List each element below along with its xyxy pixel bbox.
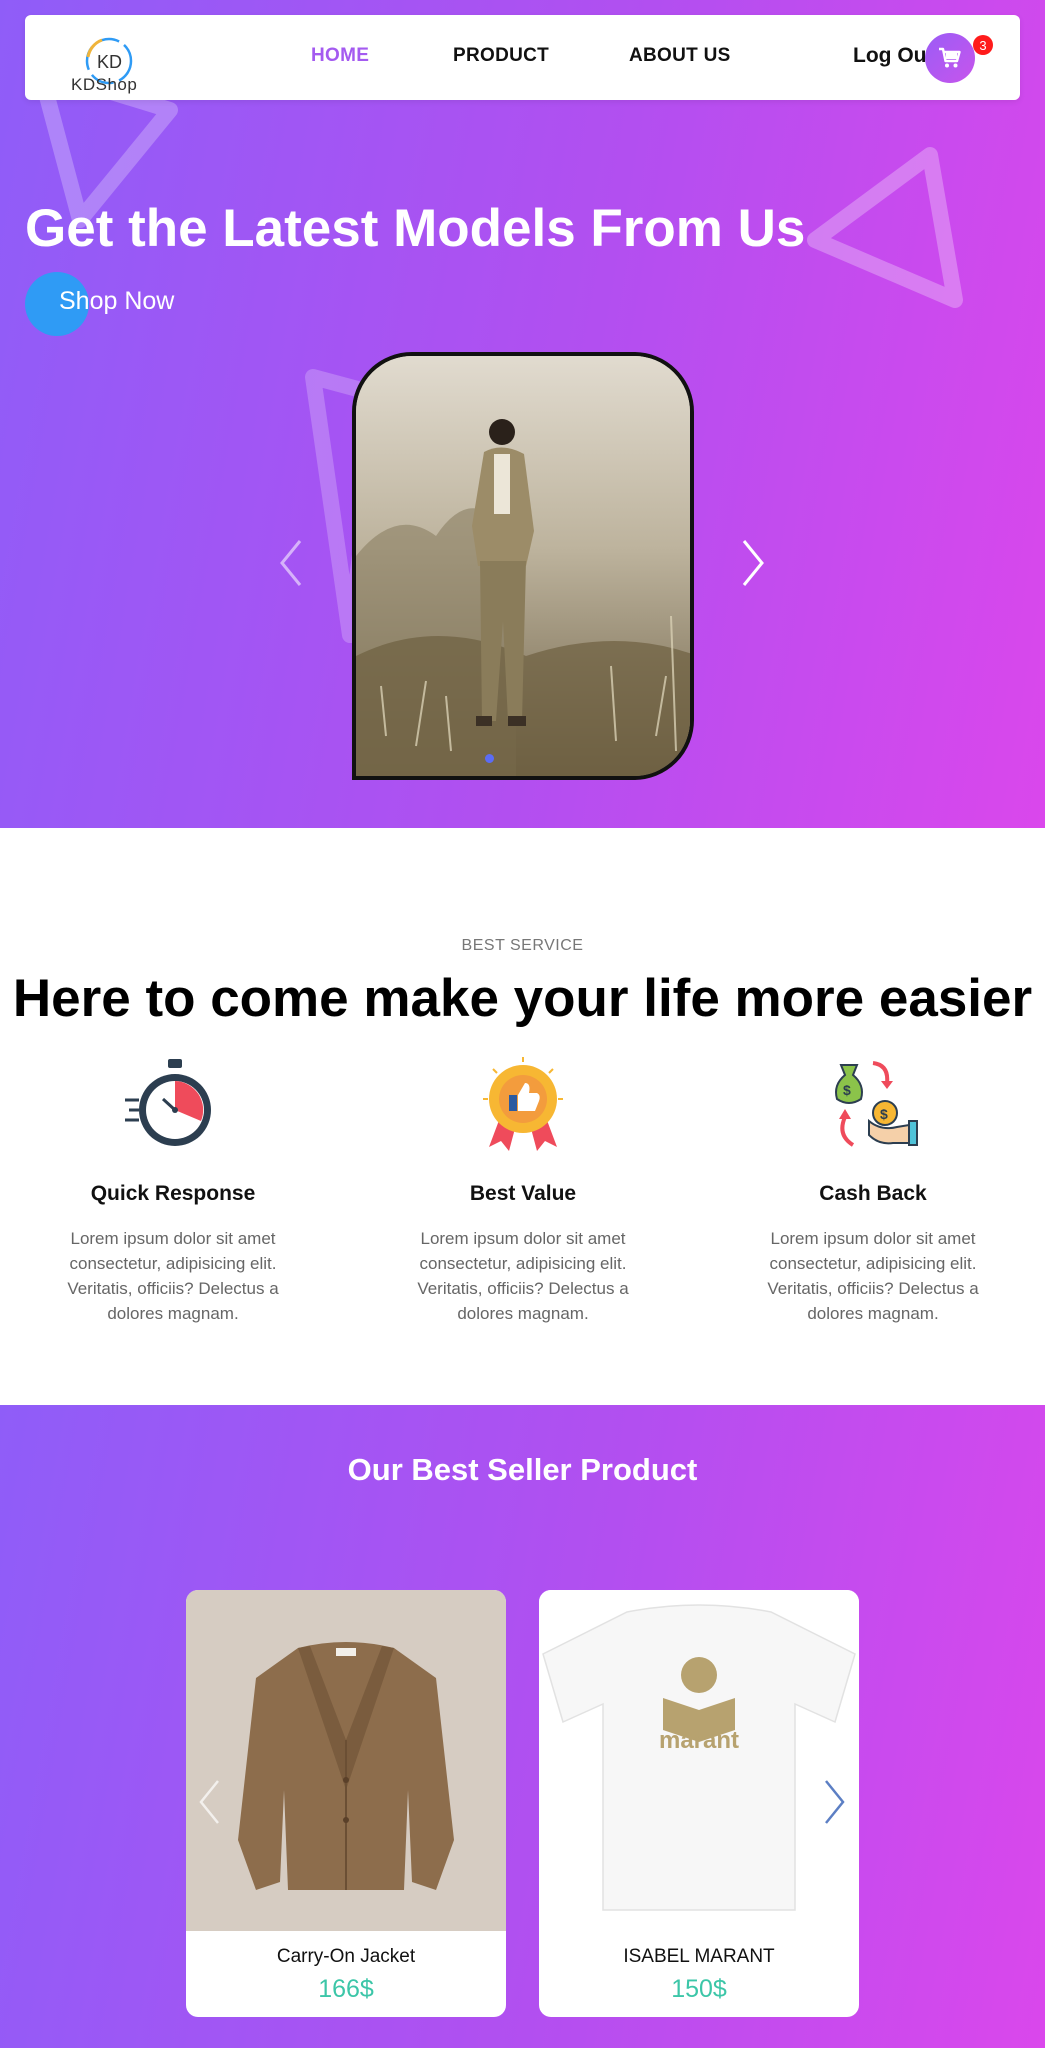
- stopwatch-icon: [125, 1059, 211, 1146]
- feature-description: Lorem ipsum dolor sit amet consectetur, …: [767, 1229, 979, 1323]
- nav-about-us[interactable]: ABOUT US: [629, 45, 731, 67]
- svg-text:KD: KD: [97, 52, 122, 72]
- tshirt-print-text: marant: [659, 1727, 739, 1754]
- svg-text:$: $: [880, 1106, 888, 1122]
- product-card[interactable]: Carry-On Jacket 166$: [186, 1590, 506, 2017]
- logout-link[interactable]: Log Out: [853, 44, 933, 68]
- brand-name: KDShop: [71, 75, 138, 94]
- cart-count-badge: 3: [973, 35, 993, 55]
- cart-button[interactable]: [925, 33, 975, 83]
- feature-title: Quick Response: [90, 1182, 256, 1205]
- shop-now-button[interactable]: Shop Now: [59, 287, 174, 316]
- product-image-jacket: [186, 1590, 506, 1931]
- feature-description: Lorem ipsum dolor sit amet consectetur, …: [67, 1229, 279, 1323]
- model-photo: [356, 356, 690, 776]
- product-price: 166$: [318, 1975, 374, 2003]
- feature-best-value: Best Value Lorem ipsum dolor sit amet co…: [393, 1055, 653, 1326]
- best-seller-section: [0, 1405, 1045, 2048]
- product-image-tshirt: marant: [539, 1590, 859, 1931]
- product-name: ISABEL MARANT: [623, 1946, 775, 1967]
- feature-description: Lorem ipsum dolor sit amet consectetur, …: [417, 1229, 629, 1323]
- products-next-chevron-right-icon[interactable]: [822, 1778, 848, 1826]
- decorative-triangle-top-right: [807, 147, 963, 308]
- badge-thumbs-up-icon: [483, 1057, 563, 1151]
- slider-next-chevron-right-icon[interactable]: [740, 538, 766, 588]
- slider-indicator-dot[interactable]: [485, 754, 494, 763]
- product-card[interactable]: marant ISABEL MARANT 150$: [539, 1590, 859, 2017]
- hero-section: KD KDShop HOME PRODUCT ABOUT US Log Out …: [0, 0, 1045, 828]
- product-name: Carry-On Jacket: [276, 1946, 416, 1967]
- nav-product[interactable]: PRODUCT: [453, 45, 549, 67]
- hero-slider-image: [352, 352, 694, 780]
- product-price: 150$: [671, 1975, 727, 2003]
- service-title: Here to come make your life more easier: [12, 969, 1033, 1028]
- feature-title: Best Value: [469, 1182, 577, 1205]
- feature-title: Cash Back: [819, 1182, 927, 1205]
- products-prev-chevron-left-icon[interactable]: [196, 1778, 222, 1826]
- svg-text:$: $: [843, 1082, 851, 1098]
- feature-cash-back: $ $ Cash Back Lorem ipsum dolor sit amet…: [743, 1055, 1003, 1326]
- cash-back-icon: $ $: [835, 1061, 918, 1147]
- best-seller-title: Our Best Seller Product: [347, 1452, 698, 1487]
- slider-prev-chevron-left-icon[interactable]: [278, 538, 304, 588]
- cart-icon: [939, 47, 961, 68]
- feature-quick-response: Quick Response Lorem ipsum dolor sit ame…: [43, 1055, 303, 1326]
- hero-title: Get the Latest Models From Us: [25, 199, 806, 258]
- service-eyebrow: BEST SERVICE: [461, 937, 584, 954]
- nav-home[interactable]: HOME: [311, 45, 369, 67]
- top-navbar: KD KDShop HOME PRODUCT ABOUT US Log Out: [25, 15, 1020, 100]
